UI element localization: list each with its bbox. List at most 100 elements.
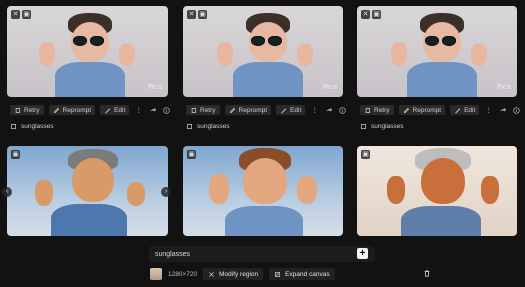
hand [35,180,53,206]
retry-label: Retry [200,106,216,114]
sunglasses [251,36,282,46]
share-icon[interactable] [148,106,157,115]
reprompt-icon [403,107,409,113]
prompt-chip-1[interactable]: sunglasses [10,123,54,130]
edit-button[interactable]: Edit [100,105,130,115]
retry-label: Retry [24,106,40,114]
more-icon[interactable]: ⋮ [134,106,143,115]
carousel-next-button[interactable]: › [161,187,171,197]
retry-icon [191,107,196,113]
hand [127,182,145,206]
more-icon[interactable]: ⋮ [484,106,493,115]
edit-button[interactable]: Edit [276,105,306,115]
shirt [401,206,481,236]
expand-canvas-label: Expand canvas [285,270,330,278]
copy-icon [361,124,366,129]
edit-label: Edit [290,106,302,114]
reprompt-button[interactable]: Reprompt [48,105,96,115]
select-icon[interactable]: ▣ [22,10,31,19]
carousel-prev-button[interactable]: ‹ [2,187,12,197]
prompt-text: sunglasses [21,123,54,130]
info-icon[interactable] [338,106,347,115]
shirt [233,62,303,97]
shirt [51,204,127,236]
hand [471,44,487,66]
retry-icon [365,107,370,113]
generated-image-top-3[interactable]: ✕ ▣ Pica [357,6,517,97]
resolution-text: 1280×720 [168,270,198,278]
hand [217,42,233,66]
generated-image-top-1[interactable]: ✕ ▣ Pica [7,6,168,97]
hand [119,44,135,66]
prompt-input[interactable]: sunglasses [149,246,375,262]
modify-region-icon [209,271,214,277]
face [72,158,114,202]
retry-label: Retry [374,106,390,114]
image-actions-toolbar-3: Retry Reprompt Edit ⋮ [360,104,521,116]
close-icon[interactable]: ✕ [187,10,196,19]
shirt [225,206,303,236]
share-icon[interactable] [498,106,507,115]
modify-region-label: Modify region [219,270,259,278]
reprompt-button[interactable]: Reprompt [398,105,446,115]
add-button[interactable]: + [357,248,368,259]
image-actions-toolbar-2: Retry Reprompt Edit ⋮ [186,104,347,116]
select-icon[interactable]: ▣ [372,10,381,19]
hand [297,176,317,204]
edit-label: Edit [114,106,126,114]
more-icon[interactable]: ⋮ [310,106,319,115]
info-icon[interactable] [162,106,171,115]
watermark: Pica [496,83,511,91]
select-icon[interactable]: ▣ [11,150,20,159]
reprompt-label: Reprompt [238,106,268,114]
prompt-chip-3[interactable]: sunglasses [360,123,404,130]
generated-image-top-2[interactable]: ✕ ▣ Pica [183,6,343,97]
hand [387,176,405,204]
reprompt-button[interactable]: Reprompt [224,105,272,115]
hand [39,42,55,66]
copy-icon [11,124,16,129]
generated-image-bottom-1[interactable]: ▣ [7,146,168,236]
select-icon[interactable]: ▣ [361,150,370,159]
expand-canvas-icon [275,271,281,277]
hand [481,176,499,204]
retry-button[interactable]: Retry [360,105,394,115]
generated-image-bottom-2[interactable]: ▣ [183,146,343,236]
reprompt-label: Reprompt [62,106,92,114]
reprompt-icon [229,107,235,113]
bottom-actions: 1280×720 Modify region Expand canvas [150,267,433,281]
prompt-text: sunglasses [197,123,230,130]
sunglasses [425,36,456,46]
prompt-text: sunglasses [371,123,404,130]
reference-thumbnail[interactable] [150,268,162,280]
select-icon[interactable]: ▣ [187,150,196,159]
close-icon[interactable]: ✕ [361,10,370,19]
hand [297,44,313,66]
edit-icon [281,107,287,113]
generated-image-bottom-3[interactable]: ▣ [357,146,517,236]
trash-icon [424,270,429,277]
modify-region-button[interactable]: Modify region [203,268,264,280]
watermark: Pica [147,83,162,91]
sunglasses [73,36,104,46]
reprompt-icon [53,107,59,113]
close-icon[interactable]: ✕ [11,10,20,19]
expand-canvas-button[interactable]: Expand canvas [269,268,335,280]
edit-label: Edit [464,106,476,114]
retry-button[interactable]: Retry [10,105,44,115]
delete-button[interactable] [423,269,433,279]
app-root: ✕ ▣ Pica ✕ ▣ Pica ✕ ▣ Pica Retry Repromp… [0,0,525,287]
image-actions-toolbar-1: Retry Reprompt Edit ⋮ [10,104,171,116]
info-icon[interactable] [512,106,521,115]
edit-button[interactable]: Edit [450,105,480,115]
edit-icon [455,107,461,113]
edit-icon [105,107,111,113]
share-icon[interactable] [324,106,333,115]
reprompt-label: Reprompt [412,106,442,114]
retry-icon [15,107,20,113]
shirt [55,62,125,97]
retry-button[interactable]: Retry [186,105,220,115]
hand [391,42,407,66]
prompt-chip-2[interactable]: sunglasses [186,123,230,130]
select-icon[interactable]: ▣ [198,10,207,19]
